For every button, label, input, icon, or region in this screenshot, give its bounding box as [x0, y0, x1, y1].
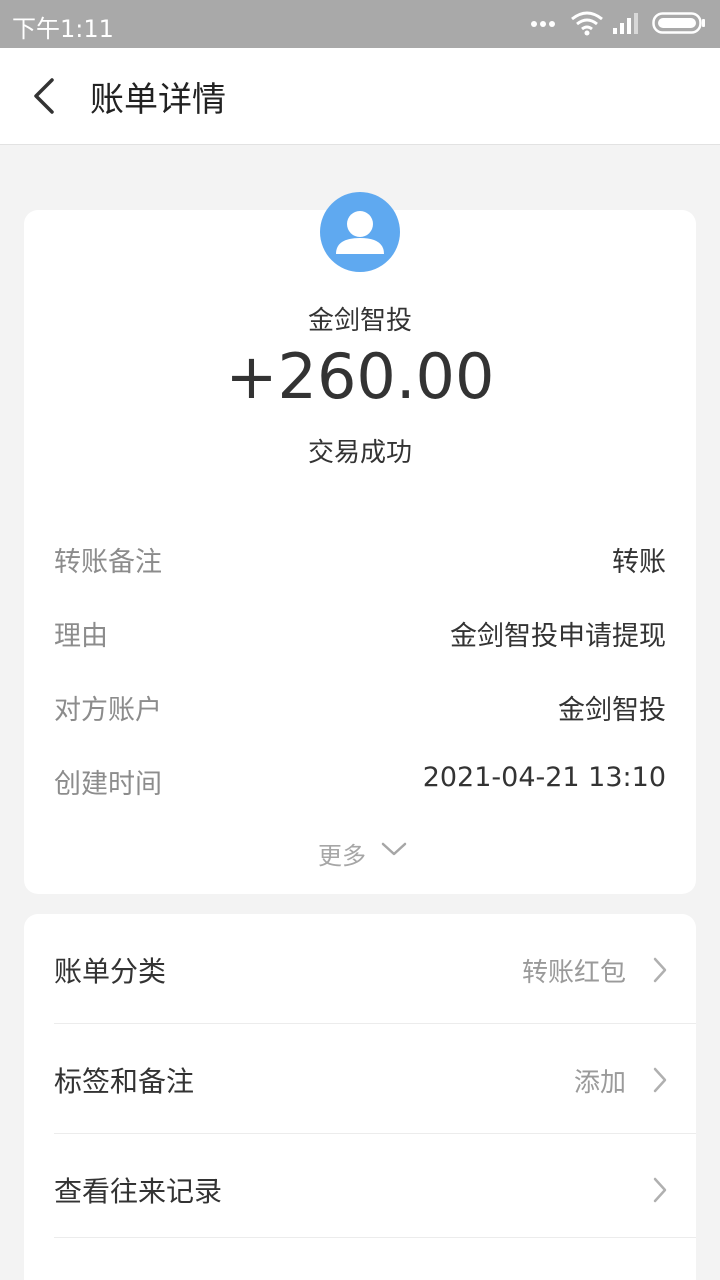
- action-label: 标签和备注: [54, 1065, 195, 1098]
- signal-icon: [613, 13, 638, 34]
- detail-value: 2021-04-21 13:10: [422, 762, 666, 793]
- user-icon: [336, 211, 384, 254]
- detail-value: 金剑智投申请提现: [450, 621, 666, 652]
- wifi-icon: [571, 11, 603, 36]
- detail-row-created-time: 创建时间 2021-04-21 13:10: [54, 762, 666, 802]
- chevron-right-icon: [653, 1177, 667, 1203]
- chevron-right-icon: [653, 957, 667, 983]
- action-label: 查看往来记录: [54, 1175, 223, 1208]
- chevron-down-icon: [381, 842, 407, 856]
- transaction-amount: +260.00: [225, 340, 495, 413]
- chevron-left-icon: [34, 78, 54, 114]
- payer-name: 金剑智投: [307, 306, 412, 336]
- action-label: 账单分类: [54, 955, 167, 988]
- transaction-card: 金剑智投 +260.00 交易成功 转账备注 转账 理由 金剑智投申请提现 对方…: [24, 192, 696, 894]
- detail-row-note: 转账备注 转账: [54, 540, 666, 580]
- action-value: 转账红包: [521, 958, 626, 988]
- status-bar: 下午1:11: [0, 0, 720, 48]
- action-value: 添加: [573, 1068, 626, 1098]
- avatar: [320, 192, 400, 272]
- action-row-history[interactable]: 查看往来记录: [24, 1134, 696, 1244]
- detail-row-account: 对方账户 金剑智投: [54, 688, 666, 728]
- back-button[interactable]: [22, 74, 66, 118]
- detail-label: 对方账户: [54, 695, 162, 726]
- detail-label: 转账备注: [54, 547, 162, 578]
- more-dots-icon: [531, 21, 555, 27]
- chevron-right-icon: [653, 1067, 667, 1093]
- transaction-status: 交易成功: [307, 438, 412, 468]
- battery-icon: [652, 12, 705, 34]
- more-label: 更多: [318, 842, 366, 870]
- detail-label: 理由: [54, 621, 108, 652]
- detail-label: 创建时间: [54, 769, 162, 800]
- status-time: 下午1:11: [12, 15, 114, 43]
- detail-value: 转账: [612, 547, 666, 578]
- action-row-bill-category[interactable]: 账单分类 转账红包: [24, 914, 696, 1024]
- actions-card: 账单分类 转账红包 标签和备注 添加 查看往来记录: [24, 914, 696, 1280]
- action-row-tags-notes[interactable]: 标签和备注 添加: [24, 1024, 696, 1134]
- detail-row-reason: 理由 金剑智投申请提现: [54, 614, 666, 654]
- nav-bar: 账单详情: [0, 48, 720, 145]
- more-button[interactable]: 更多: [318, 834, 418, 870]
- detail-value: 金剑智投: [558, 695, 666, 726]
- page-title: 账单详情: [90, 80, 226, 120]
- divider: [54, 1237, 696, 1238]
